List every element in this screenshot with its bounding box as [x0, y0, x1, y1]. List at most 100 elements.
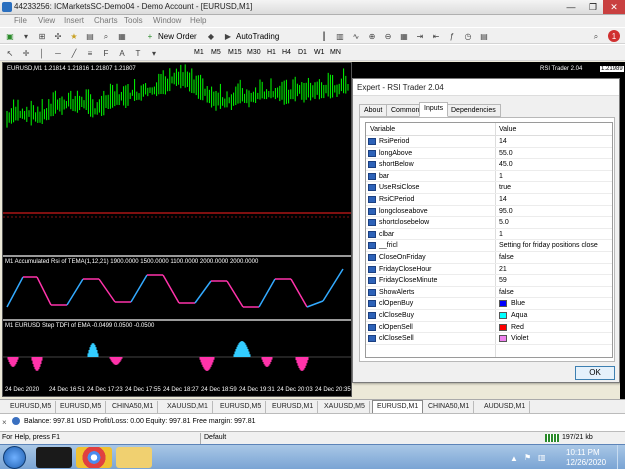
autotrading-icon[interactable]: ▶ — [222, 30, 234, 42]
start-button-icon[interactable] — [3, 446, 26, 469]
chart-shift-icon[interactable]: ⇤ — [430, 30, 442, 42]
label-icon[interactable]: T — [132, 47, 144, 59]
bar-chart-icon[interactable]: ┃ — [318, 30, 330, 42]
input-row[interactable]: clCloseSell Violet — [366, 333, 612, 345]
input-row[interactable]: clbar 1 — [366, 229, 612, 241]
timeframe-m15[interactable]: M15 — [228, 49, 242, 56]
input-value[interactable]: 14 — [499, 196, 507, 203]
input-value[interactable]: 14 — [499, 138, 507, 145]
data-window-icon[interactable]: ✣ — [52, 30, 64, 42]
cursor-icon[interactable]: ↖ — [4, 47, 16, 59]
tab-inputs[interactable]: Inputs — [419, 102, 449, 117]
market-watch-icon[interactable]: ⊞ — [36, 30, 48, 42]
timeframe-m30[interactable]: M30 — [247, 49, 261, 56]
timeframe-m5[interactable]: M5 — [211, 49, 221, 56]
chart-tab[interactable]: XAUUSD,M1 — [163, 401, 213, 413]
autoscroll-icon[interactable]: ⇥ — [414, 30, 426, 42]
explorer-taskbar-icon[interactable] — [116, 447, 152, 468]
terminal-icon[interactable]: ▤ — [84, 30, 96, 42]
candlestick-icon[interactable]: ▥ — [334, 30, 346, 42]
tile-windows-icon[interactable]: ▦ — [398, 30, 410, 42]
chart-tab[interactable]: EURUSD,M5 — [216, 401, 267, 413]
tab-dependencies[interactable]: Dependencies — [446, 104, 501, 117]
chart-tab[interactable]: EURUSD,M5 — [56, 401, 107, 413]
input-value[interactable]: true — [499, 184, 511, 191]
profiles-icon[interactable]: ▾ — [20, 30, 32, 42]
chrome-taskbar-icon[interactable] — [76, 447, 112, 468]
input-value[interactable]: Blue — [511, 300, 525, 307]
chart-tab[interactable]: AUDUSD,M1 — [480, 401, 531, 413]
timeframe-d1[interactable]: D1 — [298, 49, 307, 56]
trendline-icon[interactable]: ╱ — [68, 47, 80, 59]
search-icon[interactable]: ⌕ — [590, 30, 602, 42]
metaeditor-icon[interactable]: ◆ — [205, 30, 217, 42]
input-row[interactable]: RsiPeriod 14 — [366, 136, 612, 148]
color-swatch[interactable] — [499, 335, 507, 343]
new-order-button[interactable]: New Order — [158, 32, 197, 41]
input-value[interactable]: 5.0 — [499, 219, 509, 226]
navigator-icon[interactable]: ★ — [68, 30, 80, 42]
input-value[interactable]: 21 — [499, 266, 507, 273]
input-value[interactable]: 45.0 — [499, 161, 513, 168]
tray-flag-icon[interactable]: ⚑ — [524, 453, 531, 462]
fibonacci-icon[interactable]: F — [100, 47, 112, 59]
templates-icon[interactable]: ▤ — [478, 30, 490, 42]
arrows-icon[interactable]: ▾ — [148, 47, 160, 59]
text-icon[interactable]: A — [116, 47, 128, 59]
zoom-in-icon[interactable]: ⊕ — [366, 30, 378, 42]
timeframe-mn[interactable]: MN — [330, 49, 341, 56]
tdfi-subwindow[interactable]: M1 EURUSD Step TDFI of EMA -0.0499 0.050… — [3, 321, 351, 383]
input-value[interactable]: Violet — [511, 335, 528, 342]
channel-icon[interactable]: ≡ — [84, 47, 96, 59]
input-row[interactable]: clOpenSell Red — [366, 322, 612, 334]
input-value[interactable]: 55.0 — [499, 150, 513, 157]
menu-file[interactable]: File — [14, 16, 27, 25]
zoom-out-icon[interactable]: ⊖ — [382, 30, 394, 42]
input-row[interactable]: longAbove 55.0 — [366, 148, 612, 160]
tray-network-icon[interactable]: ▥ — [538, 453, 546, 462]
menu-charts[interactable]: Charts — [94, 16, 118, 25]
autotrading-button[interactable]: AutoTrading — [236, 32, 279, 41]
input-row[interactable]: __fricl Setting for friday positions clos… — [366, 240, 612, 252]
input-value[interactable]: Aqua — [511, 312, 527, 319]
menu-insert[interactable]: Insert — [64, 16, 84, 25]
input-value[interactable]: Setting for friday positions close — [499, 242, 598, 249]
input-row[interactable]: shortBelow 45.0 — [366, 159, 612, 171]
menu-tools[interactable]: Tools — [124, 16, 143, 25]
input-value[interactable]: false — [499, 289, 514, 296]
new-order-icon[interactable]: + — [144, 30, 156, 42]
input-row[interactable]: FridayCloseMinute 59 — [366, 275, 612, 287]
tester-icon[interactable]: ⌕ — [100, 30, 112, 42]
notifications-icon[interactable]: 1 — [608, 30, 620, 42]
menu-window[interactable]: Window — [153, 16, 181, 25]
timeframe-m1[interactable]: M1 — [194, 49, 204, 56]
timeframe-w1[interactable]: W1 — [314, 49, 325, 56]
input-value[interactable]: Red — [511, 324, 524, 331]
timeframe-h4[interactable]: H4 — [282, 49, 291, 56]
input-row[interactable]: RsiCPeriod 14 — [366, 194, 612, 206]
color-swatch[interactable] — [499, 300, 507, 308]
input-value[interactable]: 95.0 — [499, 208, 513, 215]
rsi-subwindow[interactable]: M1 Accumulated Rsi of TEMA(1,12,21) 1900… — [3, 257, 351, 319]
chart-tab[interactable]: EURUSD,M1 — [268, 401, 319, 413]
chart-tab[interactable]: EURUSD,M5 — [6, 401, 57, 413]
chart-window[interactable]: EURUSD,M1 1.21814 1.21816 1.21807 1.2180… — [2, 62, 352, 397]
horizontal-line-icon[interactable]: ─ — [52, 47, 64, 59]
vertical-line-icon[interactable]: │ — [36, 47, 48, 59]
close-button[interactable]: ✕ — [603, 0, 625, 14]
chart-tab-active[interactable]: EURUSD,M1 — [372, 400, 424, 414]
input-row[interactable]: longcloseabove 95.0 — [366, 206, 612, 218]
input-row[interactable]: FridayCloseHour 21 — [366, 264, 612, 276]
chart-tab[interactable]: XAUUSD,M5 — [320, 401, 370, 413]
options-icon[interactable]: ▦ — [116, 30, 128, 42]
minimize-button[interactable]: — — [560, 0, 582, 14]
tab-about[interactable]: About — [359, 104, 388, 117]
input-row[interactable]: shortclosebelow 5.0 — [366, 217, 612, 229]
timeframe-h1[interactable]: H1 — [267, 49, 276, 56]
chart-tab[interactable]: CHINA50,M1 — [108, 401, 159, 413]
maximize-button[interactable]: ❐ — [582, 0, 604, 14]
line-chart-icon[interactable]: ∿ — [350, 30, 362, 42]
input-value[interactable]: 59 — [499, 277, 507, 284]
input-row[interactable]: clCloseBuy Aqua — [366, 310, 612, 322]
show-desktop-button[interactable] — [617, 445, 625, 469]
